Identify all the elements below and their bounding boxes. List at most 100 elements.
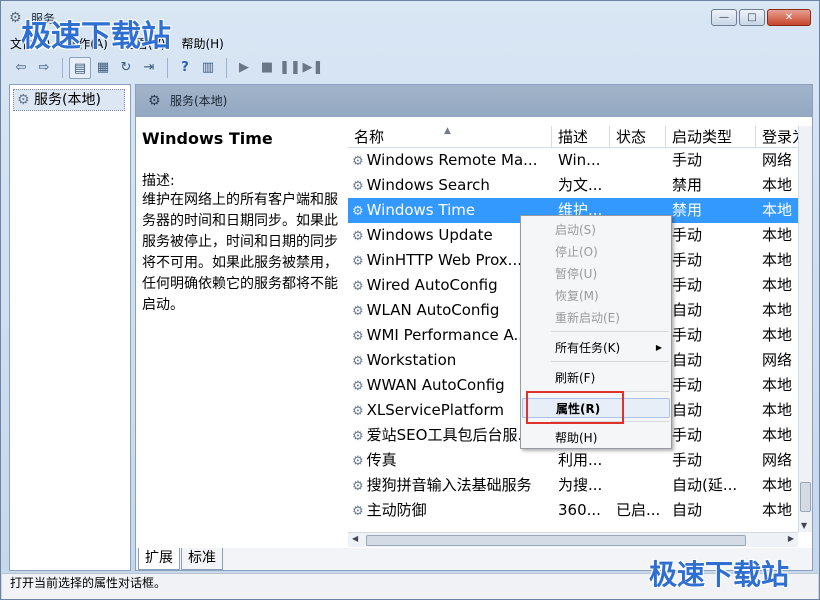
context-menu-item-label: 恢复(M) bbox=[555, 289, 599, 303]
refresh-icon[interactable]: ↻ bbox=[115, 57, 137, 79]
service-description: Win... bbox=[558, 151, 601, 169]
tree-item-services-local[interactable]: ⚙ 服务(本地) bbox=[13, 89, 125, 111]
tab-standard[interactable]: 标准 bbox=[181, 548, 223, 570]
pause-service-icon[interactable]: ❚❚ bbox=[279, 57, 301, 79]
services-pane: ⚙ 服务(本地) Windows Time 描述: 维护在网络上的所有客户端和服… bbox=[135, 84, 813, 571]
service-gear-icon: ⚙ bbox=[352, 454, 364, 469]
horizontal-scrollbar[interactable]: ◀ ▶ bbox=[348, 532, 798, 547]
service-gear-icon: ⚙ bbox=[352, 404, 364, 419]
description-label: 描述: bbox=[142, 173, 175, 189]
service-startup-type: 手动 bbox=[672, 451, 703, 469]
console-tree: ⚙ 服务(本地) bbox=[9, 84, 131, 571]
service-startup-type: 手动 bbox=[672, 251, 703, 269]
service-name: ⚙ 搜狗拼音输入法基础服务 bbox=[348, 473, 552, 498]
service-gear-icon: ⚙ bbox=[352, 279, 364, 294]
toolbar-separator bbox=[167, 58, 168, 78]
service-description: 为搜... bbox=[558, 476, 603, 494]
view-icon[interactable]: ▥ bbox=[197, 57, 219, 79]
service-name-label: 搜狗拼音输入法基础服务 bbox=[366, 476, 532, 494]
service-startup-type: 自动 bbox=[672, 301, 703, 319]
service-name-label: Workstation bbox=[366, 351, 457, 369]
service-gear-icon: ⚙ bbox=[352, 204, 364, 219]
service-startup-type: 手动 bbox=[672, 376, 703, 394]
context-menu-item: 恢复(M) bbox=[522, 286, 670, 306]
extended-description-panel: Windows Time 描述: 维护在网络上的所有客户端和服务器的时间和日期同… bbox=[136, 117, 348, 545]
table-row[interactable]: ⚙ 搜狗拼音输入法基础服务 为搜... 自动(延... 本地 bbox=[348, 473, 812, 498]
column-header-description[interactable]: 描述 bbox=[552, 126, 610, 147]
service-startup-type: 禁用 bbox=[672, 176, 703, 194]
context-menu-item[interactable]: 所有任务(K) ▶ bbox=[522, 338, 670, 358]
context-menu-item: 暂停(U) bbox=[522, 264, 670, 284]
menu-separator bbox=[551, 331, 669, 332]
context-menu-item: 停止(O) bbox=[522, 242, 670, 262]
service-gear-icon: ⚙ bbox=[352, 354, 364, 369]
context-menu-item-label: 所有任务(K) bbox=[555, 341, 621, 355]
service-name-label: Windows Search bbox=[366, 176, 490, 194]
service-gear-icon: ⚙ bbox=[352, 329, 364, 344]
table-row[interactable]: ⚙ 传真 利用... 手动 网络 bbox=[348, 448, 812, 473]
pane-header: ⚙ 服务(本地) bbox=[136, 85, 812, 117]
close-button[interactable]: ✕ bbox=[767, 9, 811, 26]
stop-service-icon[interactable]: ■ bbox=[256, 57, 278, 79]
context-menu-item-label: 启动(S) bbox=[555, 223, 596, 237]
service-gear-icon: ⚙ bbox=[352, 379, 364, 394]
service-name-label: Windows Time bbox=[366, 201, 476, 219]
scroll-down-icon[interactable]: ▼ bbox=[801, 521, 807, 530]
watermark-bottom: 极速下载站 bbox=[649, 558, 790, 591]
service-startup-type: 手动 bbox=[672, 276, 703, 294]
properties-highlight-box bbox=[526, 391, 624, 424]
toolbar: ⇦ ⇨ ▤ ▦ ↻ ⇥ ? ▥ ▶ ■ ❚❚ ▶❚ bbox=[2, 54, 818, 82]
back-arrow-icon[interactable]: ⇦ bbox=[10, 57, 32, 79]
horizontal-scroll-thumb[interactable] bbox=[366, 535, 746, 546]
context-menu-item[interactable]: 刷新(F) bbox=[522, 368, 670, 388]
service-status: 已启... bbox=[616, 501, 661, 519]
table-row[interactable]: ⚙ Windows Search 为文... 禁用 本地 bbox=[348, 173, 812, 198]
help-icon[interactable]: ? bbox=[174, 57, 196, 79]
services-window: ⚙ 服务 — □ ✕ 文件(F) 操作(A) 查看(V) 帮助(H) ⇦ ⇨ ▤… bbox=[0, 0, 820, 600]
table-row[interactable]: ⚙ 主动防御 360... 已启... 自动 本地 bbox=[348, 498, 812, 523]
service-gear-icon: ⚙ bbox=[352, 254, 364, 269]
service-status bbox=[610, 473, 666, 498]
service-name: ⚙ 传真 bbox=[348, 448, 552, 473]
context-menu-item-label: 刷新(F) bbox=[555, 371, 596, 385]
list-header: ▲ 名称 描述 状态 启动类型 登录为 bbox=[348, 126, 812, 148]
sort-ascending-icon: ▲ bbox=[444, 126, 451, 136]
restart-service-icon[interactable]: ▶❚ bbox=[302, 57, 324, 79]
vertical-scrollbar[interactable]: ▼ bbox=[798, 126, 812, 532]
service-name-label: WMI Performance A... bbox=[366, 326, 528, 344]
properties-icon[interactable]: ▦ bbox=[92, 57, 114, 79]
start-service-icon[interactable]: ▶ bbox=[233, 57, 255, 79]
context-menu-item[interactable]: 帮助(H) bbox=[522, 428, 670, 448]
service-status bbox=[610, 448, 666, 473]
window-controls: — □ ✕ bbox=[709, 9, 811, 26]
menu-separator bbox=[551, 361, 669, 362]
vertical-scroll-thumb[interactable] bbox=[800, 482, 811, 512]
forward-arrow-icon[interactable]: ⇨ bbox=[33, 57, 55, 79]
column-header-status[interactable]: 状态 bbox=[610, 126, 666, 147]
service-name-label: WinHTTP Web Prox... bbox=[366, 251, 522, 269]
service-gear-icon: ⚙ bbox=[352, 304, 364, 319]
service-name: ⚙ Windows Remote Ma... bbox=[348, 148, 552, 173]
service-gear-icon: ⚙ bbox=[352, 429, 364, 444]
service-gear-icon: ⚙ bbox=[352, 229, 364, 244]
column-header-startup-type[interactable]: 启动类型 bbox=[666, 126, 756, 147]
service-gear-icon: ⚙ bbox=[352, 154, 364, 169]
context-menu-item: 启动(S) bbox=[522, 220, 670, 240]
show-hide-console-tree-icon[interactable]: ▤ bbox=[69, 57, 91, 79]
service-title: Windows Time bbox=[142, 129, 273, 148]
service-name: ⚙ 主动防御 bbox=[348, 498, 552, 523]
service-startup-type: 手动 bbox=[672, 226, 703, 244]
service-name-label: 传真 bbox=[366, 451, 397, 469]
service-name-label: Wired AutoConfig bbox=[366, 276, 498, 294]
maximize-button[interactable]: □ bbox=[739, 9, 765, 26]
table-row[interactable]: ⚙ Windows Remote Ma... Win... 手动 网络 bbox=[348, 148, 812, 173]
submenu-arrow-icon: ▶ bbox=[655, 343, 662, 352]
export-list-icon[interactable]: ⇥ bbox=[138, 57, 160, 79]
tab-extended[interactable]: 扩展 bbox=[138, 548, 180, 570]
scroll-left-icon[interactable]: ◀ bbox=[352, 534, 358, 543]
menu-help[interactable]: 帮助(H) bbox=[173, 33, 231, 53]
minimize-button[interactable]: — bbox=[711, 9, 737, 26]
toolbar-separator bbox=[62, 58, 63, 78]
scroll-right-icon[interactable]: ▶ bbox=[788, 534, 794, 543]
service-status bbox=[610, 173, 666, 198]
